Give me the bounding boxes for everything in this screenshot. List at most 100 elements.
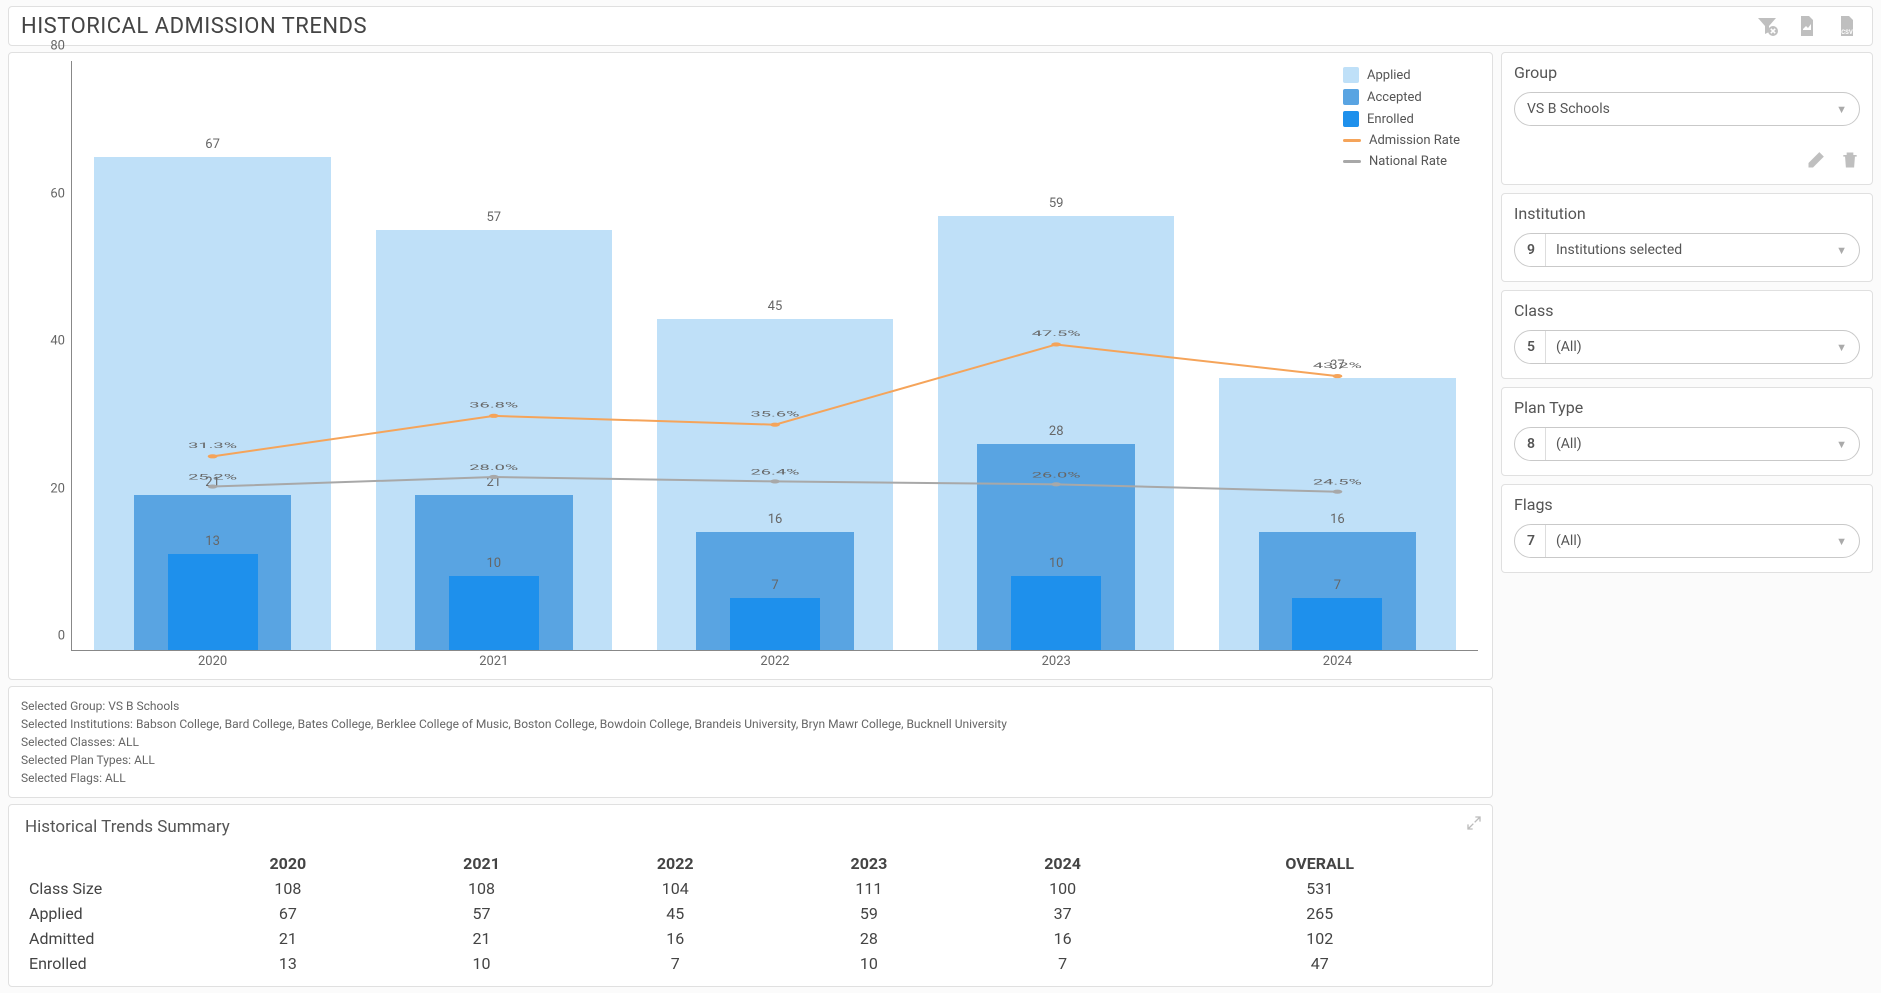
clear-filter-icon[interactable] xyxy=(1754,13,1780,39)
chevron-down-icon: ▼ xyxy=(1836,535,1847,548)
chevron-down-icon: ▼ xyxy=(1836,341,1847,354)
filter-title: Class xyxy=(1514,301,1860,320)
plan-type-select-value: (All) xyxy=(1556,436,1582,452)
institution-select-value: Institutions selected xyxy=(1556,242,1682,258)
category-label: 2024 xyxy=(1197,650,1478,669)
table-header: 2021 xyxy=(385,851,579,876)
legend-label: Accepted xyxy=(1367,90,1422,105)
header-bar: HISTORICAL ADMISSION TRENDS CSV xyxy=(8,6,1873,46)
table-cell: 57 xyxy=(385,901,579,926)
filter-institution-panel: Institution 9 Institutions selected ▼ xyxy=(1501,193,1873,282)
y-tick: 80 xyxy=(50,39,65,54)
legend-item[interactable]: Applied xyxy=(1343,67,1460,83)
class-select-value: (All) xyxy=(1556,339,1582,355)
page-title: HISTORICAL ADMISSION TRENDS xyxy=(21,14,367,39)
flags-select[interactable]: 7 (All) ▼ xyxy=(1514,524,1860,558)
group-select[interactable]: VS B Schools ▼ xyxy=(1514,92,1860,126)
category-label: 2023 xyxy=(916,650,1197,669)
table-row: Admitted2121162816102 xyxy=(21,926,1480,951)
flags-select-value: (All) xyxy=(1556,533,1582,549)
summary-table: 20202021202220232024OVERALLClass Size108… xyxy=(21,851,1480,976)
institution-select[interactable]: 9 Institutions selected ▼ xyxy=(1514,233,1860,267)
y-tick: 20 xyxy=(50,481,65,496)
svg-text:35.6%: 35.6% xyxy=(751,410,800,419)
chevron-down-icon: ▼ xyxy=(1836,244,1847,257)
table-header: 2023 xyxy=(772,851,966,876)
edit-group-icon[interactable] xyxy=(1806,150,1826,170)
svg-text:26.0%: 26.0% xyxy=(1032,471,1081,480)
filters-sidebar: Group VS B Schools ▼ Institution xyxy=(1501,52,1873,573)
table-header: 2024 xyxy=(966,851,1160,876)
row-label: Class Size xyxy=(21,876,191,901)
plan-type-select[interactable]: 8 (All) ▼ xyxy=(1514,427,1860,461)
table-cell: 102 xyxy=(1159,926,1480,951)
filter-flags-panel: Flags 7 (All) ▼ xyxy=(1501,484,1873,573)
chevron-down-icon: ▼ xyxy=(1836,103,1847,116)
info-line: Selected Classes: ALL xyxy=(21,733,1480,751)
expand-icon[interactable] xyxy=(1466,815,1482,835)
plan-type-count: 8 xyxy=(1527,428,1546,460)
header-actions: CSV xyxy=(1754,13,1860,39)
table-cell: 45 xyxy=(578,901,772,926)
class-select[interactable]: 5 (All) ▼ xyxy=(1514,330,1860,364)
flags-count: 7 xyxy=(1527,525,1546,557)
svg-text:25.2%: 25.2% xyxy=(188,473,237,482)
filter-title: Institution xyxy=(1514,204,1860,223)
table-row: Class Size108108104111100531 xyxy=(21,876,1480,901)
filter-title: Group xyxy=(1514,63,1860,82)
legend-item[interactable]: Admission Rate xyxy=(1343,133,1460,148)
legend-label: National Rate xyxy=(1369,154,1447,169)
table-cell: 16 xyxy=(966,926,1160,951)
svg-text:43.2%: 43.2% xyxy=(1313,361,1362,370)
info-line: Selected Institutions: Babson College, B… xyxy=(21,715,1480,733)
filter-plan-type-panel: Plan Type 8 (All) ▼ xyxy=(1501,387,1873,476)
category-label: 2022 xyxy=(634,650,915,669)
table-cell: 37 xyxy=(966,901,1160,926)
delete-group-icon[interactable] xyxy=(1840,150,1860,170)
category-label: 2021 xyxy=(353,650,634,669)
export-image-icon[interactable] xyxy=(1794,13,1820,39)
legend-item[interactable]: Accepted xyxy=(1343,89,1460,105)
class-count: 5 xyxy=(1527,331,1546,363)
table-cell: 108 xyxy=(191,876,385,901)
y-tick: 60 xyxy=(50,186,65,201)
svg-text:CSV: CSV xyxy=(1841,29,1853,36)
chart-legend: Applied Accepted Enrolled Admission Rate… xyxy=(1343,67,1460,169)
table-cell: 21 xyxy=(191,926,385,951)
table-cell: 16 xyxy=(578,926,772,951)
filter-group-panel: Group VS B Schools ▼ xyxy=(1501,52,1873,185)
table-cell: 28 xyxy=(772,926,966,951)
summary-title: Historical Trends Summary xyxy=(25,817,1480,837)
info-line: Selected Flags: ALL xyxy=(21,769,1480,787)
group-select-value: VS B Schools xyxy=(1527,101,1610,117)
table-cell: 531 xyxy=(1159,876,1480,901)
row-label: Admitted xyxy=(21,926,191,951)
y-tick: 40 xyxy=(50,334,65,349)
filter-title: Flags xyxy=(1514,495,1860,514)
chart-panel: 0 20 40 60 80 67 21 13 2020 xyxy=(8,52,1493,680)
filter-title: Plan Type xyxy=(1514,398,1860,417)
institution-count: 9 xyxy=(1527,234,1546,266)
table-cell: 100 xyxy=(966,876,1160,901)
table-header: 2020 xyxy=(191,851,385,876)
table-header: 2022 xyxy=(578,851,772,876)
legend-label: Applied xyxy=(1367,68,1411,83)
row-label: Applied xyxy=(21,901,191,926)
table-cell: 108 xyxy=(385,876,579,901)
chevron-down-icon: ▼ xyxy=(1836,438,1847,451)
chart-y-axis: 0 20 40 60 80 xyxy=(23,61,71,651)
svg-text:28.0%: 28.0% xyxy=(469,463,518,472)
table-row: Applied6757455937265 xyxy=(21,901,1480,926)
export-csv-icon[interactable]: CSV xyxy=(1834,13,1860,39)
table-cell: 21 xyxy=(385,926,579,951)
svg-text:47.5%: 47.5% xyxy=(1032,330,1081,339)
legend-label: Admission Rate xyxy=(1369,133,1460,148)
legend-item[interactable]: National Rate xyxy=(1343,154,1460,169)
legend-item[interactable]: Enrolled xyxy=(1343,111,1460,127)
category-label: 2020 xyxy=(72,650,353,669)
table-header: OVERALL xyxy=(1159,851,1480,876)
svg-text:31.3%: 31.3% xyxy=(188,442,237,451)
table-cell: 104 xyxy=(578,876,772,901)
table-cell: 265 xyxy=(1159,901,1480,926)
summary-panel: Historical Trends Summary 20202021202220… xyxy=(8,804,1493,987)
